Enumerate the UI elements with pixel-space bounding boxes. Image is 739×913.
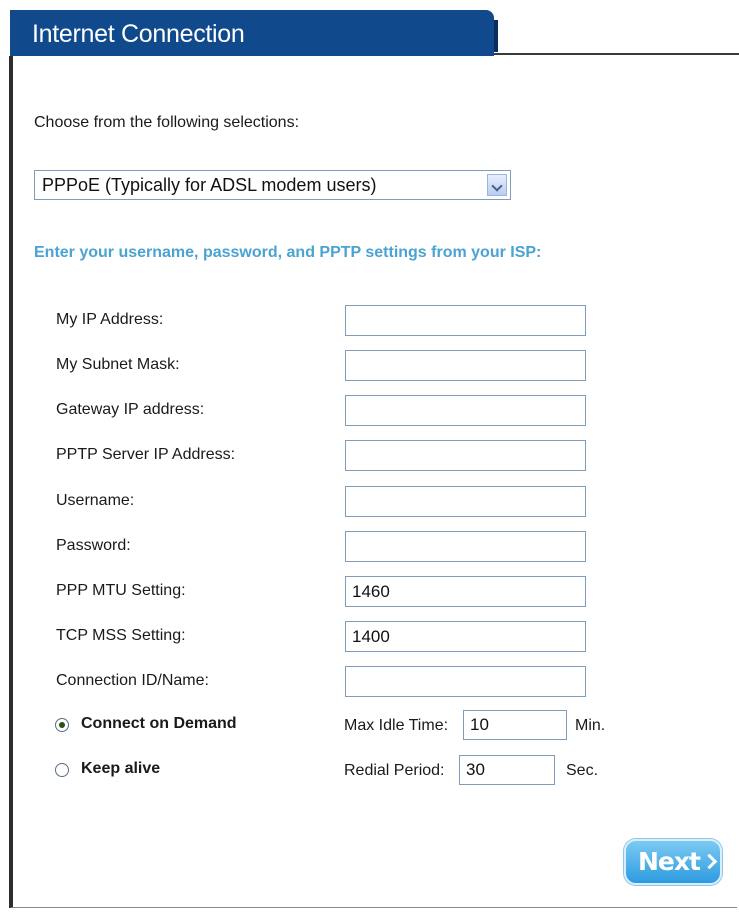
- connection-id-input[interactable]: [345, 666, 586, 697]
- gateway-ip-input[interactable]: [345, 395, 586, 426]
- tab-shadow: [494, 20, 498, 52]
- connection-type-select[interactable]: PPPoE (Typically for ADSL modem users): [34, 170, 511, 200]
- keep-alive-label[interactable]: Keep alive: [81, 760, 160, 778]
- my-subnet-mask-label: My Subnet Mask:: [56, 356, 180, 373]
- chevron-down-icon[interactable]: [487, 174, 507, 196]
- connection-id-label: Connection ID/Name:: [56, 672, 209, 689]
- keep-alive-radio[interactable]: [55, 763, 69, 777]
- ppp-mtu-label: PPP MTU Setting:: [56, 582, 186, 599]
- username-label: Username:: [56, 492, 135, 509]
- max-idle-time-input[interactable]: [463, 710, 567, 740]
- next-button-label: Next: [638, 847, 701, 876]
- username-input[interactable]: [345, 486, 586, 517]
- header-tab: Internet Connection: [10, 10, 494, 56]
- tcp-mss-label: TCP MSS Setting:: [56, 627, 186, 644]
- pptp-server-ip-input[interactable]: [345, 440, 586, 471]
- ppp-mtu-input[interactable]: [345, 576, 586, 607]
- gateway-ip-label: Gateway IP address:: [56, 401, 205, 418]
- password-label: Password:: [56, 537, 131, 554]
- tcp-mss-input[interactable]: [345, 621, 586, 652]
- max-idle-time-unit: Min.: [575, 717, 606, 734]
- connect-on-demand-radio[interactable]: [55, 718, 69, 732]
- redial-period-unit: Sec.: [566, 762, 599, 779]
- redial-period-input[interactable]: [459, 755, 555, 785]
- my-ip-address-input[interactable]: [345, 305, 586, 336]
- max-idle-time-label: Max Idle Time:: [344, 717, 449, 734]
- my-subnet-mask-input[interactable]: [345, 350, 586, 381]
- password-input[interactable]: [345, 531, 586, 562]
- connect-on-demand-label[interactable]: Connect on Demand: [81, 715, 237, 733]
- chevron-right-icon: [701, 853, 718, 870]
- section-heading: Enter your username, password, and PPTP …: [34, 244, 542, 261]
- my-ip-address-label: My IP Address:: [56, 311, 164, 328]
- next-button[interactable]: Next: [624, 839, 722, 885]
- intro-text: Choose from the following selections:: [34, 114, 300, 131]
- connection-type-selected: PPPoE (Typically for ADSL modem users): [42, 175, 377, 195]
- pptp-server-ip-label: PPTP Server IP Address:: [56, 446, 236, 463]
- header-divider: [494, 53, 739, 55]
- redial-period-label: Redial Period:: [344, 762, 445, 779]
- page-title: Internet Connection: [32, 20, 245, 48]
